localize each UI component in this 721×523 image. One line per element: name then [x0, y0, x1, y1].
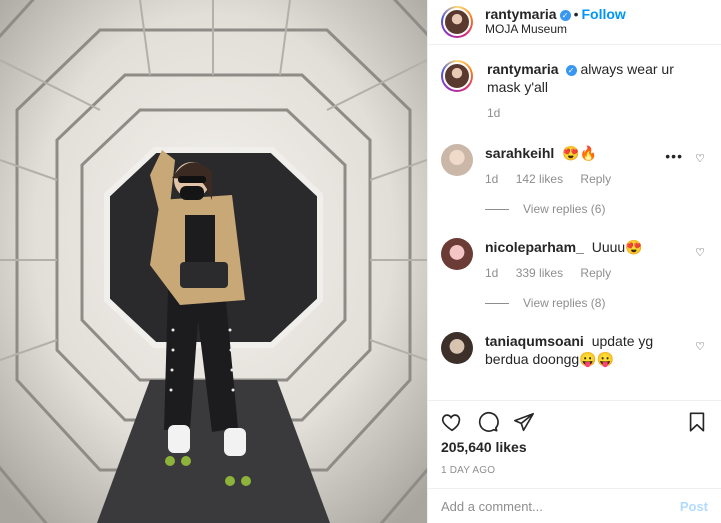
- comment-meta: 1d 339 likes Reply: [485, 264, 661, 282]
- reply-button[interactable]: Reply: [580, 266, 611, 280]
- post-photo[interactable]: [0, 0, 427, 523]
- reply-button[interactable]: Reply: [580, 172, 611, 186]
- caption-avatar[interactable]: [441, 60, 473, 92]
- post-caption: rantymaria ✓ always wear ur mask y'all 1d: [441, 60, 705, 122]
- post-comment-button[interactable]: Post: [680, 499, 708, 514]
- post-actions: 205,640 likes 1 DAY AGO: [428, 400, 721, 476]
- view-replies-label: View replies (8): [523, 296, 606, 310]
- commenter-avatar[interactable]: [441, 238, 473, 270]
- post-header: rantymaria ✓ • Follow MOJA Museum: [428, 0, 721, 45]
- replies-divider: [485, 302, 509, 304]
- commenter-avatar[interactable]: [441, 144, 473, 176]
- verified-icon: ✓: [559, 10, 571, 21]
- post-sidebar: rantymaria ✓ • Follow MOJA Museum rantymari…: [427, 0, 721, 523]
- view-replies-label: View replies (6): [523, 202, 606, 216]
- comment-item: nicoleparham_ Uuuu😍 1d 339 likes Reply ♡: [441, 238, 705, 282]
- view-replies-link[interactable]: View replies (6): [485, 202, 705, 216]
- comment-username[interactable]: taniaqumsoani: [485, 333, 584, 349]
- post-date[interactable]: 1 DAY AGO: [441, 465, 708, 476]
- comment-likes[interactable]: 142 likes: [516, 172, 563, 186]
- verified-icon: ✓: [565, 65, 577, 76]
- comment-text: Uuuu😍: [591, 239, 643, 255]
- author-username[interactable]: rantymaria: [485, 6, 557, 22]
- comments-list[interactable]: rantymaria ✓ always wear ur mask y'all 1d…: [428, 60, 721, 400]
- save-icon[interactable]: [686, 411, 708, 433]
- tunnel-photo-illustration: [0, 0, 427, 523]
- comment-item: taniaqumsoani update yg berdua doongg😛😛 …: [441, 332, 705, 368]
- comment-username[interactable]: sarahkeihl: [485, 145, 554, 161]
- separator-dot: •: [573, 6, 579, 22]
- author-info: rantymaria ✓ • Follow MOJA Museum: [485, 7, 626, 37]
- comment-meta: 1d 142 likes Reply: [485, 170, 661, 188]
- comment-text: 😍🔥: [562, 145, 598, 161]
- commenter-avatar[interactable]: [441, 332, 473, 364]
- comment-age: 1d: [485, 266, 499, 280]
- more-icon[interactable]: •••: [665, 148, 683, 164]
- like-count[interactable]: 205,640 likes: [441, 439, 708, 455]
- replies-divider: [485, 208, 509, 210]
- add-comment-bar: Post: [428, 488, 721, 523]
- comment-input[interactable]: [441, 498, 680, 514]
- action-icons: [441, 407, 708, 437]
- heart-icon[interactable]: ♡: [695, 340, 705, 353]
- share-icon[interactable]: [513, 411, 535, 433]
- author-avatar[interactable]: [441, 6, 473, 38]
- comment-likes[interactable]: 339 likes: [516, 266, 563, 280]
- post-location[interactable]: MOJA Museum: [485, 22, 626, 37]
- heart-icon[interactable]: ♡: [695, 246, 705, 259]
- comment-item: sarahkeihl 😍🔥 1d 142 likes Reply ••• ♡: [441, 144, 705, 188]
- heart-icon[interactable]: ♡: [695, 152, 705, 165]
- caption-age: 1d: [487, 106, 501, 120]
- caption-username[interactable]: rantymaria: [487, 61, 559, 77]
- comment-age: 1d: [485, 172, 499, 186]
- heart-icon[interactable]: [441, 411, 463, 433]
- follow-button[interactable]: Follow: [582, 6, 626, 22]
- comment-username[interactable]: nicoleparham_: [485, 239, 584, 255]
- comment-icon[interactable]: [477, 411, 499, 433]
- caption-meta: 1d: [487, 104, 705, 122]
- view-replies-link[interactable]: View replies (8): [485, 296, 705, 310]
